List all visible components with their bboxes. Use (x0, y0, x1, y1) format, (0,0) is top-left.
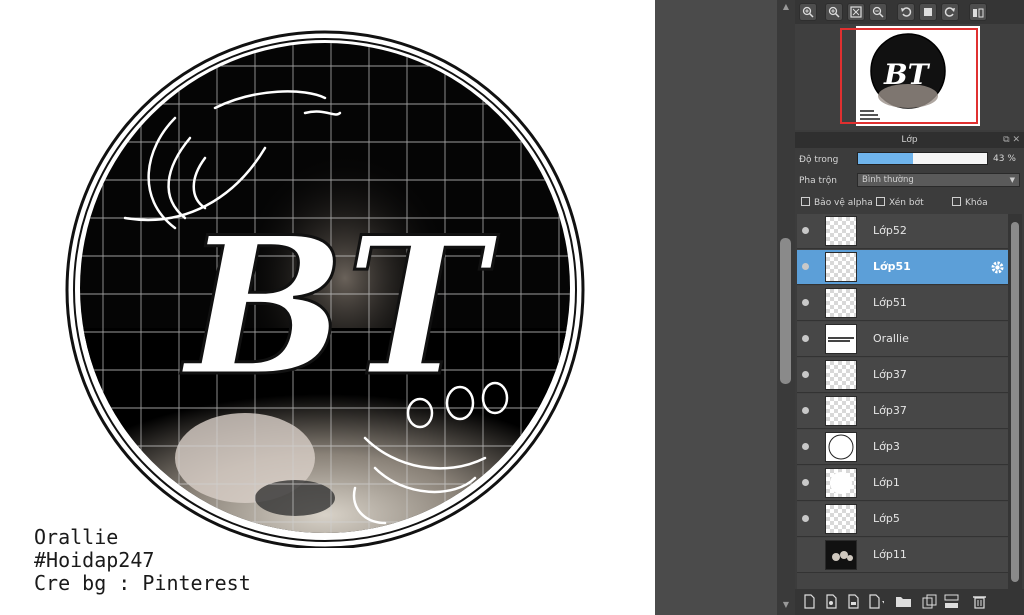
navigator-preview[interactable]: BT (795, 24, 1024, 130)
layer-list-scrollbar[interactable] (1008, 214, 1022, 589)
opacity-label: Độ trong (799, 155, 839, 165)
layer-row[interactable]: Lớp5 (797, 502, 1008, 537)
folder-icon[interactable] (895, 593, 912, 610)
layer-thumbnail (825, 540, 857, 570)
flip-icon[interactable] (969, 3, 987, 21)
blend-mode-select[interactable]: Bình thường ▼ (857, 173, 1020, 187)
svg-text:BT: BT (180, 195, 499, 418)
layer-list[interactable]: Lớp52 Lớp51 Lớp51 Orallie Lớp37 Lớp37 Lớp3 Lớp1… (797, 214, 1008, 589)
drawing-canvas[interactable]: BT Orallie #Hoidap247 Cre bg : Pinterest (0, 0, 655, 615)
scrollbar-thumb[interactable] (1011, 222, 1019, 582)
layer-thumbnail (825, 324, 857, 354)
new-folder-layer-icon[interactable] (845, 593, 862, 610)
layer-name: Orallie (873, 332, 909, 345)
blend-mode-label: Pha trộn (799, 176, 837, 186)
checkbox-box (952, 197, 961, 206)
layer-name: Lớp11 (873, 548, 907, 561)
merge-down-icon[interactable] (943, 593, 960, 610)
layer-name: Lớp51 (873, 260, 911, 273)
layer-name: Lớp3 (873, 440, 900, 453)
gear-icon[interactable] (990, 260, 1005, 275)
layer-name: Lớp37 (873, 404, 907, 417)
watermark-line: #Hoidap247 (34, 548, 155, 572)
visibility-eye-icon[interactable] (802, 479, 809, 486)
panel-popout-icon[interactable]: ⧉ ✕ (1003, 132, 1020, 148)
scroll-up-icon[interactable]: ▲ (781, 2, 791, 12)
canvas-gutter (655, 0, 777, 615)
opacity-slider-fill (858, 153, 914, 164)
visibility-eye-icon[interactable] (802, 299, 809, 306)
rotate-right-icon[interactable] (941, 3, 959, 21)
actual-size-icon[interactable] (919, 3, 937, 21)
visibility-eye-icon[interactable] (802, 407, 809, 414)
opacity-value: 43 % (993, 154, 1016, 164)
layer-row[interactable]: Lớp51 (797, 250, 1008, 285)
layer-name: Lớp37 (873, 368, 907, 381)
zoom-out-icon[interactable] (869, 3, 887, 21)
rotate-left-icon[interactable] (897, 3, 915, 21)
scrollbar-thumb[interactable] (780, 238, 791, 384)
clipping-checkbox[interactable]: Xén bớt (876, 197, 924, 208)
watermark-text: Orallie #Hoidap247 Cre bg : Pinterest (34, 526, 251, 595)
layer-row[interactable]: Lớp3 (797, 430, 1008, 465)
layer-panel-header: Lớp ⧉ ✕ (795, 132, 1024, 148)
visibility-eye-icon[interactable] (802, 263, 809, 270)
checkbox-label: Khóa (965, 198, 988, 208)
layer-thumbnail (825, 468, 857, 498)
fit-screen-icon[interactable] (847, 3, 865, 21)
canvas-vertical-scrollbar[interactable]: ▲ ▼ (777, 0, 795, 615)
watermark-line: Orallie (34, 525, 119, 549)
layer-thumbnail (825, 504, 857, 534)
visibility-eye-icon[interactable] (802, 371, 809, 378)
navigator-view-frame[interactable] (840, 28, 978, 124)
blend-mode-value: Bình thường (862, 175, 914, 185)
chevron-down-icon: ▼ (1009, 176, 1015, 184)
right-panel: BT Lớp ⧉ ✕ Độ trong 43 % Pha trộn Bình t… (795, 0, 1024, 615)
zoom-in-icon[interactable] (799, 3, 817, 21)
new-halftone-layer-icon[interactable] (823, 593, 840, 610)
watermark-line: Cre bg : Pinterest (34, 571, 251, 595)
scroll-down-icon[interactable]: ▼ (781, 600, 791, 610)
visibility-eye-icon[interactable] (802, 443, 809, 450)
checkbox-box (801, 197, 810, 206)
layer-thumbnail (825, 360, 857, 390)
new-layer-icon[interactable] (801, 593, 818, 610)
protect-alpha-checkbox[interactable]: Bảo vệ alpha (801, 197, 873, 208)
visibility-eye-icon[interactable] (802, 515, 809, 522)
visibility-eye-icon[interactable] (802, 227, 809, 234)
zoom-in-icon[interactable] (825, 3, 843, 21)
layer-row[interactable]: Lớp51 (797, 286, 1008, 321)
layer-name: Lớp1 (873, 476, 900, 489)
add-layer-menu-icon[interactable] (867, 593, 884, 610)
layer-thumbnail (825, 432, 857, 462)
artwork-circle-logo: BT (65, 30, 585, 548)
layer-row[interactable]: Lớp37 (797, 394, 1008, 429)
checkbox-label: Bảo vệ alpha (814, 198, 873, 208)
opacity-slider[interactable] (857, 152, 988, 165)
visibility-eye-icon[interactable] (802, 335, 809, 342)
layer-name: Lớp51 (873, 296, 907, 309)
layer-bottom-toolbar (795, 589, 1024, 615)
layer-row[interactable]: Orallie (797, 322, 1008, 357)
layer-panel-title: Lớp (901, 135, 918, 145)
navigator-toolbar (795, 0, 1024, 25)
layer-row[interactable]: Lớp52 (797, 214, 1008, 249)
delete-layer-icon[interactable] (971, 593, 988, 610)
layer-row[interactable]: Lớp11 (797, 538, 1008, 573)
layer-thumbnail (825, 252, 857, 282)
checkbox-box (876, 197, 885, 206)
layer-row[interactable]: Lớp37 (797, 358, 1008, 393)
layer-name: Lớp52 (873, 224, 907, 237)
duplicate-layer-icon[interactable] (921, 593, 938, 610)
checkbox-label: Xén bớt (889, 198, 924, 208)
layer-thumbnail (825, 288, 857, 318)
layer-row[interactable]: Lớp1 (797, 466, 1008, 501)
layer-name: Lớp5 (873, 512, 900, 525)
layer-thumbnail (825, 216, 857, 246)
lock-checkbox[interactable]: Khóa (952, 197, 988, 208)
layer-thumbnail (825, 396, 857, 426)
